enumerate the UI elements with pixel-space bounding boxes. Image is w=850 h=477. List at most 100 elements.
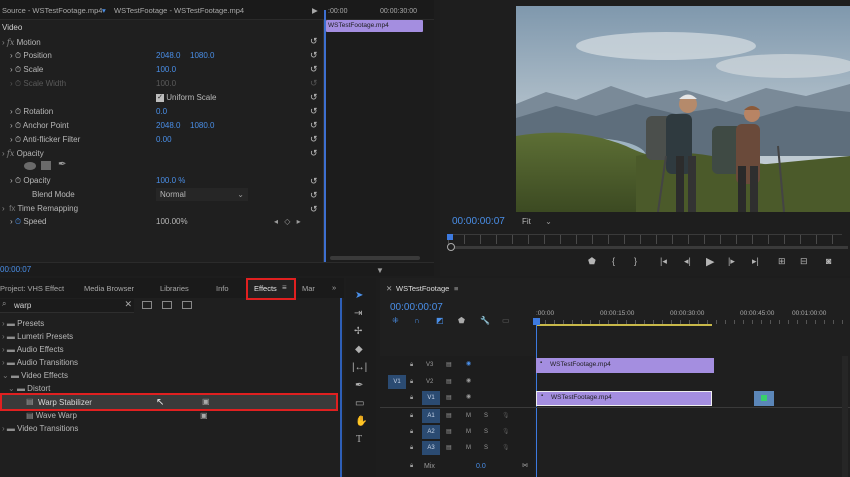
reset-icon[interactable]: ↺ xyxy=(310,104,322,118)
reset-icon[interactable]: ↺ xyxy=(310,174,322,188)
yuv-filter-icon[interactable] xyxy=(182,301,192,309)
step-forward-icon[interactable]: |▸ xyxy=(728,256,735,267)
mute-button[interactable]: M xyxy=(466,445,471,451)
work-area-bar[interactable] xyxy=(536,324,712,326)
nest-icon[interactable]: ⁜ xyxy=(392,316,399,325)
go-to-in-icon[interactable]: |◂ xyxy=(660,256,667,267)
sync-lock-icon[interactable]: ▤ xyxy=(446,378,452,385)
solo-button[interactable]: S xyxy=(484,429,488,435)
tab-info[interactable]: Info xyxy=(216,284,229,293)
clip-v1[interactable]: ▪ WSTestFootage.mp4 xyxy=(536,391,712,406)
rectangle-tool-icon[interactable]: ▭ xyxy=(355,398,364,409)
tab-libraries[interactable]: Libraries xyxy=(160,284,189,293)
tab-effects-highlight[interactable]: Effects ≡ xyxy=(246,278,296,300)
track-label-a2[interactable]: A2 xyxy=(422,425,440,439)
mark-out-icon[interactable]: } xyxy=(634,256,637,266)
ec-zoom-slider[interactable] xyxy=(330,256,420,260)
razor-tool-icon[interactable]: ◆ xyxy=(355,344,363,355)
type-tool-icon[interactable]: T xyxy=(356,434,362,445)
program-timecode[interactable]: 00:00:00:07 xyxy=(452,215,505,228)
source-patch-v1[interactable]: V1 xyxy=(388,375,406,389)
tab-clip[interactable]: WSTestFootage - WSTestFootage.mp4 xyxy=(114,6,244,15)
tab-source[interactable]: Source - WSTestFootage.mp4 xyxy=(2,6,102,15)
sequence-tab[interactable]: WSTestFootage xyxy=(396,284,449,293)
effects-search-box[interactable]: ⌕ warp ✕ xyxy=(0,299,134,313)
clip-v3[interactable]: ▪ WSTestFootage.mp4 xyxy=(536,358,714,373)
menu-icon[interactable]: ≡ xyxy=(454,284,458,293)
ellipse-mask-icon[interactable] xyxy=(24,162,36,170)
tree-video-effects[interactable]: ⌄ ▬ Video Effects xyxy=(2,369,68,382)
selection-tool-icon[interactable]: ➤ xyxy=(355,290,363,301)
more-tabs-icon[interactable]: » xyxy=(332,283,336,292)
slip-tool-icon[interactable]: |↔| xyxy=(352,362,367,373)
microphone-icon[interactable]: 🎙︎ xyxy=(502,412,510,419)
program-zoom-bar[interactable] xyxy=(447,243,848,251)
mix-value[interactable]: 0.0 xyxy=(476,463,486,470)
ec-playhead[interactable] xyxy=(324,10,326,268)
mute-button[interactable]: M xyxy=(466,429,471,435)
anchor-y-value[interactable]: 1080.0 xyxy=(190,119,214,132)
opacity-section-row[interactable]: › fx Opacity xyxy=(2,147,44,160)
reset-icon[interactable]: ↺ xyxy=(310,48,322,62)
sync-lock-icon[interactable]: ▤ xyxy=(446,428,452,435)
sync-lock-icon[interactable]: ▤ xyxy=(446,412,452,419)
add-marker-icon[interactable]: ⬟ xyxy=(458,316,465,325)
reset-icon[interactable]: ↺ xyxy=(310,188,322,202)
clear-search-icon[interactable]: ✕ xyxy=(124,299,132,310)
timeline-timecode[interactable]: 00:00:00:07 xyxy=(390,301,443,314)
track-label-a3[interactable]: A3 xyxy=(422,441,440,455)
tab-media-browser[interactable]: Media Browser xyxy=(84,284,134,293)
filter-icon[interactable]: ▼ xyxy=(376,264,384,276)
go-to-out-icon[interactable]: ▸| xyxy=(752,256,759,267)
reset-icon[interactable]: ↺ xyxy=(310,146,322,160)
step-back-icon[interactable]: ◂| xyxy=(684,256,691,267)
settings-wrench-icon[interactable]: 🔧 xyxy=(480,316,490,325)
hand-tool-icon[interactable]: ✋ xyxy=(355,416,367,427)
uniform-scale-row[interactable]: ✓ Uniform Scale xyxy=(156,91,216,104)
go-to-end-icon[interactable]: ⋈ xyxy=(522,462,528,469)
tree-audio-effects[interactable]: › ▬ Audio Effects xyxy=(2,343,64,356)
tree-audio-transitions[interactable]: › ▬ Audio Transitions xyxy=(2,356,78,369)
time-remap-row[interactable]: › fx Time Remapping xyxy=(2,202,78,215)
sync-lock-icon[interactable]: ▤ xyxy=(446,394,452,401)
reset-icon[interactable]: ↺ xyxy=(310,90,322,104)
ec-mini-clip[interactable]: WSTestFootage.mp4 xyxy=(326,20,423,32)
eye-icon[interactable]: ◉ xyxy=(466,360,471,367)
reset-icon[interactable]: ↺ xyxy=(310,62,322,76)
rotation-value[interactable]: 0.0 xyxy=(156,105,167,118)
microphone-icon[interactable]: 🎙︎ xyxy=(502,428,510,435)
sync-lock-icon[interactable]: ▤ xyxy=(446,361,452,368)
blend-mode-dropdown[interactable]: Normal ⌄ xyxy=(156,188,248,201)
anchor-x-value[interactable]: 2048.0 xyxy=(156,119,180,132)
reset-icon[interactable]: ↺ xyxy=(310,132,322,146)
play-icon[interactable]: ▶ xyxy=(706,255,714,268)
tab-project[interactable]: Project: VHS Effect xyxy=(0,284,64,293)
mute-button[interactable]: M xyxy=(466,413,471,419)
tree-presets[interactable]: › ▬ Presets xyxy=(2,317,44,330)
sync-lock-icon[interactable]: ▤ xyxy=(446,444,452,451)
microphone-icon[interactable]: 🎙︎ xyxy=(502,444,510,451)
uniform-scale-checkbox[interactable]: ✓ xyxy=(156,93,164,102)
track-label-v1[interactable]: V1 xyxy=(422,391,440,405)
reset-icon[interactable]: ↺ xyxy=(310,34,322,48)
tree-lumetri[interactable]: › ▬ Lumetri Presets xyxy=(2,330,73,343)
reset-icon[interactable]: ↺ xyxy=(310,202,322,216)
menu-icon[interactable]: ≡ xyxy=(282,283,287,292)
opacity-value[interactable]: 100.0 % xyxy=(156,174,185,187)
chevron-down-icon[interactable]: ▾ xyxy=(102,6,106,15)
camera-icon[interactable]: ◙ xyxy=(826,256,831,266)
rectangle-mask-icon[interactable] xyxy=(41,161,51,170)
tab-markers[interactable]: Mar xyxy=(302,284,315,293)
fit-dropdown[interactable]: Fit ⌄ xyxy=(522,215,562,228)
track-select-tool-icon[interactable]: ⇥ xyxy=(354,308,362,319)
lock-icon[interactable]: 🔒︎ xyxy=(410,463,413,470)
position-x-value[interactable]: 2048.0 xyxy=(156,49,180,62)
stopwatch-icon[interactable]: ⏱ xyxy=(15,217,21,226)
lock-icon[interactable]: 🔒︎ xyxy=(410,379,413,386)
32bit-filter-icon[interactable] xyxy=(162,301,172,309)
timeline-playhead-head[interactable] xyxy=(533,318,540,325)
timeline-ruler[interactable]: :00:00 00:00:15:00 00:00:30:00 00:00:45:… xyxy=(536,308,850,328)
lock-icon[interactable]: 🔒︎ xyxy=(410,362,413,369)
ec-timecode[interactable]: 00:00:07 xyxy=(0,263,31,276)
tree-wave-warp[interactable]: ▤ Wave Warp xyxy=(26,409,77,422)
